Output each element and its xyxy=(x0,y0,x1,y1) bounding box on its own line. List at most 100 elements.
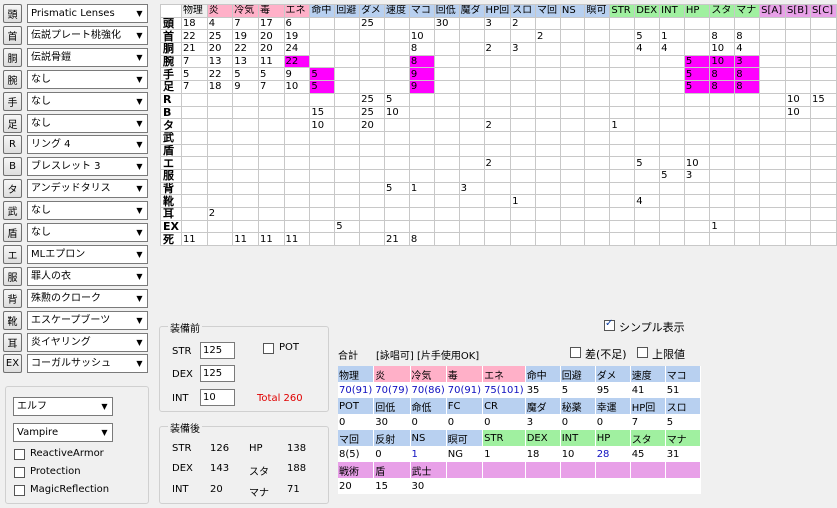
grid-cell[interactable]: 20 xyxy=(206,42,234,56)
grid-cell[interactable] xyxy=(535,232,561,247)
grid-cell[interactable] xyxy=(535,54,561,69)
grid-cell[interactable] xyxy=(809,219,837,234)
grid-cell[interactable] xyxy=(359,42,385,56)
slot-item-select-8[interactable]: アンデッドタリス ▼ xyxy=(27,179,148,199)
grid-cell[interactable]: 10 xyxy=(785,92,811,107)
grid-cell[interactable]: 11 xyxy=(180,232,208,247)
grid-cell[interactable] xyxy=(634,130,661,145)
grid-cell[interactable] xyxy=(584,92,611,107)
grid-cell[interactable]: 8 xyxy=(709,80,736,94)
cap-checkbox[interactable] xyxy=(637,347,648,358)
grid-cell[interactable] xyxy=(584,105,611,120)
grid-cell[interactable] xyxy=(232,92,260,107)
grid-cell[interactable]: 25 xyxy=(359,105,385,120)
grid-cell[interactable] xyxy=(659,54,685,69)
grid-cell[interactable] xyxy=(785,207,811,221)
grid-cell[interactable] xyxy=(709,105,736,120)
grid-cell[interactable] xyxy=(334,80,361,94)
grid-cell[interactable] xyxy=(458,67,485,82)
grid-cell[interactable]: 5 xyxy=(309,80,336,94)
slot-button-3[interactable]: 腕 xyxy=(3,69,22,89)
grid-cell[interactable] xyxy=(334,232,361,247)
grid-cell[interactable] xyxy=(559,92,586,107)
slot-item-select-13[interactable]: 殊勲のクローク ▼ xyxy=(27,288,148,308)
grid-cell[interactable] xyxy=(759,54,787,69)
grid-cell[interactable] xyxy=(809,105,837,120)
grid-cell[interactable] xyxy=(559,219,586,234)
grid-cell[interactable] xyxy=(232,143,260,158)
grid-cell[interactable] xyxy=(383,219,410,234)
slot-button-11[interactable]: エ xyxy=(3,244,22,264)
slot-button-5[interactable]: 足 xyxy=(3,113,22,133)
grid-cell[interactable] xyxy=(383,54,410,69)
grid-cell[interactable]: 2 xyxy=(483,156,512,170)
grid-cell[interactable] xyxy=(359,130,385,145)
grid-cell[interactable] xyxy=(584,207,611,221)
grid-cell[interactable] xyxy=(559,181,586,196)
grid-cell[interactable] xyxy=(180,130,208,145)
grid-cell[interactable] xyxy=(458,168,485,183)
grid-cell[interactable]: 5 xyxy=(683,80,711,94)
grid-cell[interactable] xyxy=(232,118,260,132)
grid-cell[interactable] xyxy=(458,219,485,234)
grid-cell[interactable] xyxy=(759,16,787,31)
grid-cell[interactable] xyxy=(232,168,260,183)
grid-cell[interactable] xyxy=(535,80,561,94)
grid-cell[interactable] xyxy=(483,168,512,183)
grid-cell[interactable] xyxy=(809,42,837,56)
grid-cell[interactable] xyxy=(334,156,361,170)
grid-cell[interactable] xyxy=(809,232,837,247)
grid-cell[interactable]: 8 xyxy=(709,29,736,44)
grid-cell[interactable] xyxy=(334,42,361,56)
slot-button-6[interactable]: R xyxy=(3,135,22,155)
grid-cell[interactable] xyxy=(433,207,460,221)
grid-cell[interactable] xyxy=(309,207,336,221)
grid-cell[interactable] xyxy=(609,143,636,158)
grid-cell[interactable] xyxy=(433,92,460,107)
slot-item-select-5[interactable]: なし ▼ xyxy=(27,113,148,133)
grid-cell[interactable] xyxy=(584,80,611,94)
grid-cell[interactable] xyxy=(383,168,410,183)
slot-item-select-4[interactable]: なし ▼ xyxy=(27,91,148,111)
grid-cell[interactable] xyxy=(408,16,435,31)
grid-cell[interactable] xyxy=(659,181,685,196)
grid-cell[interactable] xyxy=(258,130,285,145)
grid-cell[interactable] xyxy=(584,118,611,132)
grid-cell[interactable] xyxy=(433,194,460,208)
grid-cell[interactable]: 5 xyxy=(383,181,410,196)
grid-cell[interactable]: 19 xyxy=(232,29,260,44)
grid-cell[interactable] xyxy=(759,143,787,158)
grid-cell[interactable] xyxy=(408,118,435,132)
grid-cell[interactable] xyxy=(709,181,736,196)
grid-cell[interactable] xyxy=(809,29,837,44)
grid-cell[interactable]: 8 xyxy=(408,54,435,69)
grid-cell[interactable] xyxy=(180,219,208,234)
grid-cell[interactable] xyxy=(559,143,586,158)
grid-cell[interactable]: 5 xyxy=(383,92,410,107)
grid-cell[interactable]: 13 xyxy=(206,54,234,69)
grid-cell[interactable] xyxy=(659,156,685,170)
grid-cell[interactable] xyxy=(709,130,736,145)
grid-cell[interactable] xyxy=(334,118,361,132)
grid-cell[interactable] xyxy=(180,156,208,170)
grid-cell[interactable] xyxy=(483,219,512,234)
grid-cell[interactable] xyxy=(483,105,512,120)
grid-cell[interactable] xyxy=(510,232,536,247)
grid-cell[interactable] xyxy=(785,168,811,183)
grid-cell[interactable] xyxy=(559,130,586,145)
grid-cell[interactable] xyxy=(659,118,685,132)
grid-cell[interactable] xyxy=(206,130,234,145)
grid-cell[interactable] xyxy=(283,168,311,183)
grid-cell[interactable] xyxy=(559,156,586,170)
grid-cell[interactable] xyxy=(609,105,636,120)
grid-cell[interactable]: 2 xyxy=(483,42,512,56)
grid-cell[interactable] xyxy=(535,168,561,183)
grid-cell[interactable] xyxy=(734,16,761,31)
grid-cell[interactable]: 6 xyxy=(283,16,311,31)
grid-cell[interactable]: 10 xyxy=(408,29,435,44)
grid-cell[interactable] xyxy=(785,118,811,132)
grid-cell[interactable] xyxy=(559,118,586,132)
grid-cell[interactable]: 4 xyxy=(634,42,661,56)
grid-cell[interactable] xyxy=(206,118,234,132)
grid-cell[interactable] xyxy=(510,54,536,69)
